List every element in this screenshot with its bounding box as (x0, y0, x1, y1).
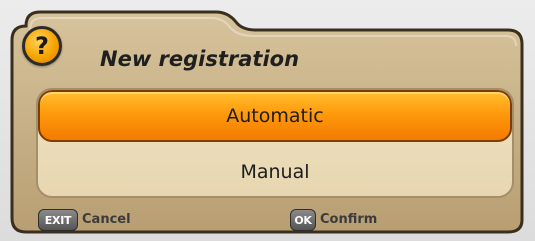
option-manual[interactable]: Manual (38, 146, 512, 196)
cancel-label[interactable]: Cancel (82, 212, 131, 227)
registration-dialog: ? New registration Automatic Manual EXIT… (6, 6, 528, 236)
ok-key-icon[interactable]: OK (290, 209, 316, 231)
dialog-title: New registration (100, 47, 300, 71)
option-automatic[interactable]: Automatic (38, 90, 512, 142)
help-question-icon: ? (22, 26, 62, 66)
help-glyph: ? (35, 31, 49, 60)
confirm-label[interactable]: Confirm (320, 212, 377, 227)
footer-bar: EXIT Cancel OK Confirm (6, 206, 528, 236)
exit-key-icon[interactable]: EXIT (38, 209, 78, 231)
options-list: Automatic Manual (36, 88, 514, 198)
